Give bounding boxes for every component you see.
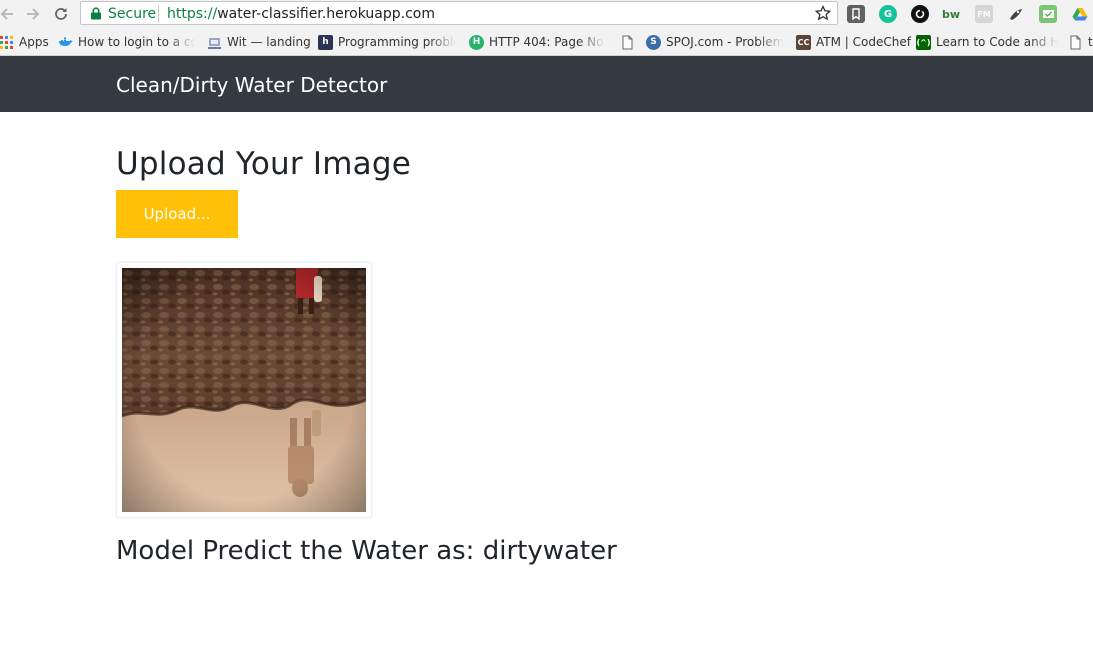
- fm-icon: FM: [977, 9, 991, 19]
- app-navbar: Clean/Dirty Water Detector: [0, 56, 1093, 112]
- extension-grammarly[interactable]: G: [879, 5, 897, 23]
- url-host: water-classifier.herokuapp.com: [217, 6, 435, 22]
- extension-fm[interactable]: FM: [975, 5, 993, 23]
- bookmark-label: Programming problem: [338, 35, 473, 49]
- grammarly-g-icon: G: [883, 8, 893, 20]
- rocket-icon: [1010, 9, 1022, 20]
- bookmark-freecodecamp[interactable]: (^) Learn to Code and He: [916, 33, 1067, 51]
- bookmark-label: Learn to Code and He: [936, 35, 1067, 49]
- hackerearth-green-h-icon: H: [469, 34, 484, 50]
- bookmark-wit-landing[interactable]: Wit — landing: [207, 33, 311, 51]
- extension-circle-arrow[interactable]: [911, 5, 929, 23]
- reload-button[interactable]: [50, 3, 72, 25]
- bookmark-label: SPOJ.com - Problem F: [666, 35, 796, 49]
- bookmark-label: How to login to a con: [78, 35, 206, 49]
- extension-bookmark-shield[interactable]: [847, 5, 865, 23]
- url-scheme: https://: [167, 6, 218, 22]
- lock-icon: [91, 7, 101, 20]
- extension-rocket[interactable]: [1007, 5, 1025, 23]
- bookmark-label: ATM | CodeChef: [816, 35, 911, 49]
- prediction-label: Model Predict the Water as:: [116, 536, 483, 566]
- uploaded-water-photo: [122, 268, 366, 512]
- page-icon: [1070, 35, 1081, 49]
- bookmark-spoj[interactable]: S SPOJ.com - Problem F: [646, 33, 795, 51]
- bookmark-page[interactable]: [620, 33, 640, 51]
- forward-button[interactable]: [22, 3, 44, 25]
- spoj-s-icon: S: [646, 34, 661, 50]
- uploaded-image-thumbnail: [116, 262, 372, 518]
- bookmark-star-icon[interactable]: [815, 5, 831, 21]
- bookmark-programming-problem[interactable]: h Programming problem: [318, 33, 472, 51]
- back-button[interactable]: [0, 3, 18, 25]
- mail-check-icon: [1042, 10, 1054, 18]
- reload-icon: [55, 8, 67, 20]
- forward-arrow-icon: [27, 8, 40, 20]
- address-bar[interactable]: Secure https://water-classifier.herokuap…: [80, 1, 838, 25]
- extension-bw[interactable]: bw: [942, 5, 960, 23]
- bookmark-label: HTTP 404: Page Not F: [489, 35, 619, 49]
- drive-icon: [1072, 8, 1088, 21]
- bookmark-docker-login[interactable]: How to login to a con: [58, 33, 205, 51]
- docker-whale-icon: [59, 37, 73, 46]
- browser-toolbar: Secure https://water-classifier.herokuap…: [0, 0, 1093, 28]
- wit-robot-icon: [208, 37, 221, 49]
- page-title: Upload Your Image: [116, 146, 411, 182]
- extension-drive[interactable]: [1071, 5, 1089, 23]
- page-icon: [622, 35, 633, 49]
- bookmark-apps[interactable]: Apps: [0, 33, 49, 51]
- navbar-brand[interactable]: Clean/Dirty Water Detector: [116, 73, 387, 97]
- bookmark-label: Wit — landing: [227, 35, 311, 49]
- bookmarks-bar: Apps How to login to a con Wit — landing…: [0, 28, 1093, 56]
- prediction-value: dirtywater: [482, 536, 617, 566]
- secure-label: Secure: [108, 6, 157, 22]
- bookmark-shield-icon: [852, 8, 860, 20]
- codechef-cc-icon: CC: [796, 34, 811, 50]
- bw-icon: bw: [941, 7, 961, 21]
- freecodecamp-icon: (^): [916, 34, 931, 50]
- bookmark-label: Apps: [19, 35, 49, 49]
- bookmark-codechef-atm[interactable]: CC ATM | CodeChef: [796, 33, 911, 51]
- prediction-result: Model Predict the Water as: dirtywater: [116, 536, 617, 566]
- extension-mail-check[interactable]: [1039, 5, 1057, 23]
- omnibox-separator: [158, 6, 159, 22]
- bookmark-ta[interactable]: ta: [1068, 33, 1093, 51]
- bookmark-http-404[interactable]: H HTTP 404: Page Not F: [469, 33, 619, 51]
- back-arrow-icon: [0, 8, 13, 20]
- bookmark-label: ta: [1088, 35, 1093, 49]
- circle-arrow-icon: [915, 9, 925, 19]
- hackerearth-h-icon: h: [318, 34, 333, 50]
- apps-grid-icon: [0, 35, 13, 49]
- upload-button[interactable]: Upload...: [116, 190, 238, 238]
- url-text[interactable]: https://water-classifier.herokuapp.com: [167, 6, 435, 22]
